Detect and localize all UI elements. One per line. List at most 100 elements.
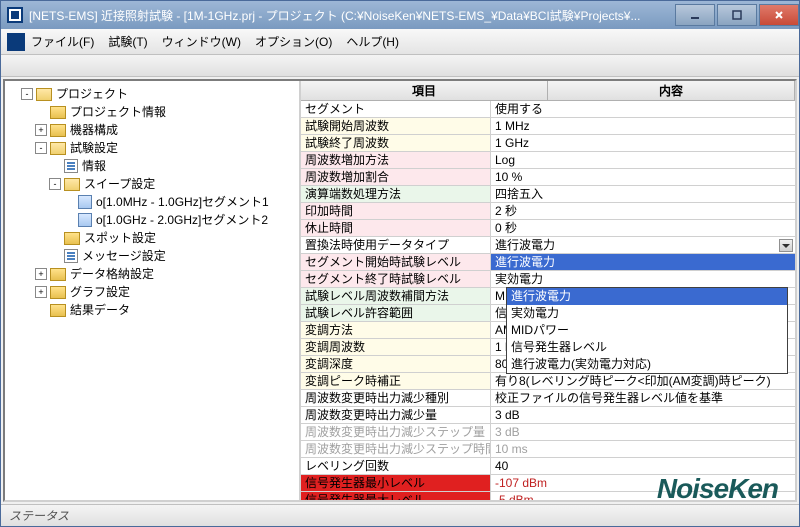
grid-cell-value[interactable]: 3 dB: [491, 407, 795, 423]
grid-cell-key: 変調ピーク時補正: [301, 373, 491, 389]
grid-cell-key: 信号発生器最大レベル: [301, 492, 491, 500]
dropdown-option[interactable]: MIDパワー: [507, 322, 787, 339]
grid-cell-value[interactable]: 実効電力: [491, 271, 795, 287]
grid-row[interactable]: セグメント終了時試験レベル実効電力: [301, 271, 795, 288]
close-button[interactable]: [759, 4, 799, 26]
grid-row[interactable]: 周波数変更時出力減少種別校正ファイルの信号発生器レベル値を基準: [301, 390, 795, 407]
grid-row[interactable]: 置換法時使用データタイプ進行波電力: [301, 237, 795, 254]
maximize-button[interactable]: [717, 4, 757, 26]
grid-cell-value[interactable]: 40: [491, 458, 795, 474]
minimize-button[interactable]: [675, 4, 715, 26]
grid-row[interactable]: セグメント使用する: [301, 101, 795, 118]
dropdown-list[interactable]: 進行波電力実効電力MIDパワー信号発生器レベル進行波電力(実効電力対応): [506, 287, 788, 374]
tree-label: スイープ設定: [84, 175, 155, 193]
collapse-icon[interactable]: -: [49, 178, 61, 190]
tree-segment-1[interactable]: o[1.0MHz - 1.0GHz]セグメント1: [63, 193, 297, 211]
grid-row[interactable]: 信号発生器最大レベル-5 dBm: [301, 492, 795, 500]
dropdown-option[interactable]: 進行波電力: [507, 288, 787, 305]
grid-row[interactable]: セグメント開始時試験レベル進行波電力: [301, 254, 795, 271]
grid-cell-key: 周波数増加方法: [301, 152, 491, 168]
tree-graph-settings[interactable]: + グラフ設定: [35, 283, 297, 301]
grid-cell-value[interactable]: -107 dBm: [491, 475, 795, 491]
tree-label: グラフ設定: [70, 283, 130, 301]
grid-row[interactable]: 周波数増加方法Log: [301, 152, 795, 169]
grid-cell-value[interactable]: 3 dB: [491, 424, 795, 440]
grid-cell-value[interactable]: 10 %: [491, 169, 795, 185]
grid-cell-key: 試験レベル周波数補間方法: [301, 288, 491, 304]
grid-row[interactable]: 周波数変更時出力減少ステップ時間10 ms: [301, 441, 795, 458]
expand-icon[interactable]: +: [35, 268, 47, 280]
tree-label: 情報: [82, 157, 106, 175]
grid-row[interactable]: 変調ピーク時補正有り8(レベリング時ピーク<印加(AM変調)時ピーク): [301, 373, 795, 390]
collapse-icon[interactable]: -: [21, 88, 33, 100]
grid-cell-value[interactable]: Log: [491, 152, 795, 168]
grid-cell-value[interactable]: 1 GHz: [491, 135, 795, 151]
grid-row[interactable]: 演算端数処理方法四捨五入: [301, 186, 795, 203]
grid-cell-value[interactable]: 有り8(レベリング時ピーク<印加(AM変調)時ピーク): [491, 373, 795, 389]
tree-root[interactable]: -プロジェクト: [21, 85, 297, 103]
tree-test-settings[interactable]: -試験設定: [35, 139, 297, 157]
grid-row[interactable]: 周波数変更時出力減少量3 dB: [301, 407, 795, 424]
dropdown-option[interactable]: 信号発生器レベル: [507, 339, 787, 356]
dropdown-option[interactable]: 進行波電力(実効電力対応): [507, 356, 787, 373]
grid-cell-value[interactable]: 10 ms: [491, 441, 795, 457]
tree-spot-settings[interactable]: スポット設定: [49, 229, 297, 247]
grid-row[interactable]: 周波数変更時出力減少ステップ量3 dB: [301, 424, 795, 441]
folder-icon: [64, 178, 80, 191]
menu-window[interactable]: ウィンドウ(W): [162, 33, 241, 50]
collapse-icon[interactable]: -: [35, 142, 47, 154]
document-icon: [64, 249, 78, 263]
grid-cell-value[interactable]: 四捨五入: [491, 186, 795, 202]
expand-icon[interactable]: +: [35, 124, 47, 136]
grid-row[interactable]: 試験開始周波数1 MHz: [301, 118, 795, 135]
menu-help[interactable]: ヘルプ(H): [346, 33, 399, 50]
grid-cell-key: 試験開始周波数: [301, 118, 491, 134]
tree-message-settings[interactable]: メッセージ設定: [49, 247, 297, 265]
toolbar-row: [1, 55, 799, 77]
grid-cell-key: セグメント: [301, 101, 491, 117]
tree-sweep-settings[interactable]: - スイープ設定: [49, 175, 297, 193]
grid-cell-value[interactable]: 進行波電力: [491, 254, 795, 270]
tree-result-data[interactable]: 結果データ: [35, 301, 297, 319]
grid-cell-value[interactable]: 1 MHz: [491, 118, 795, 134]
grid-row[interactable]: 試験終了周波数1 GHz: [301, 135, 795, 152]
dropdown-option[interactable]: 実効電力: [507, 305, 787, 322]
grid-cell-key: 休止時間: [301, 220, 491, 236]
app-icon-small: [7, 33, 25, 51]
tree-info[interactable]: 情報: [49, 157, 297, 175]
grid-header: 項目 内容: [301, 81, 795, 101]
grid-cell-value[interactable]: 0 秒: [491, 220, 795, 236]
grid-cell-value[interactable]: 進行波電力: [491, 237, 795, 253]
grid-cell-key: 信号発生器最小レベル: [301, 475, 491, 491]
grid-row[interactable]: 休止時間0 秒: [301, 220, 795, 237]
menu-option[interactable]: オプション(O): [255, 33, 332, 50]
tree-label: 結果データ: [70, 301, 130, 319]
grid-row[interactable]: 印加時間2 秒: [301, 203, 795, 220]
dropdown-arrow-icon[interactable]: [779, 239, 793, 252]
project-tree[interactable]: -プロジェクト プロジェクト情報 +機器構成 -試験設定 情報 - スイープ設定: [5, 81, 301, 500]
expand-icon[interactable]: +: [35, 286, 47, 298]
grid-row[interactable]: 信号発生器最小レベル-107 dBm: [301, 475, 795, 492]
menu-test[interactable]: 試験(T): [108, 33, 147, 50]
tree-label: o[1.0GHz - 2.0GHz]セグメント2: [96, 211, 268, 229]
folder-icon: [50, 286, 66, 299]
menu-bar: ファイル(F) 試験(T) ウィンドウ(W) オプション(O) ヘルプ(H): [1, 29, 799, 55]
grid-cell-value[interactable]: -5 dBm: [491, 492, 795, 500]
grid-cell-key: セグメント開始時試験レベル: [301, 254, 491, 270]
grid-row[interactable]: レベリング回数40: [301, 458, 795, 475]
grid-cell-value[interactable]: 使用する: [491, 101, 795, 117]
grid-row[interactable]: 周波数増加割合10 %: [301, 169, 795, 186]
grid-cell-value[interactable]: 校正ファイルの信号発生器レベル値を基準: [491, 390, 795, 406]
app-icon: [7, 7, 23, 23]
grid-header-key: 項目: [301, 81, 548, 100]
menu-file[interactable]: ファイル(F): [31, 33, 94, 50]
folder-icon: [50, 106, 66, 119]
grid-cell-key: 周波数変更時出力減少ステップ量: [301, 424, 491, 440]
tree-project-info[interactable]: プロジェクト情報: [35, 103, 297, 121]
grid-cell-key: 置換法時使用データタイプ: [301, 237, 491, 253]
tree-segment-2[interactable]: o[1.0GHz - 2.0GHz]セグメント2: [63, 211, 297, 229]
tree-device-config[interactable]: +機器構成: [35, 121, 297, 139]
tree-data-store[interactable]: +データ格納設定: [35, 265, 297, 283]
grid-cell-value[interactable]: 2 秒: [491, 203, 795, 219]
grid-cell-key: 周波数増加割合: [301, 169, 491, 185]
